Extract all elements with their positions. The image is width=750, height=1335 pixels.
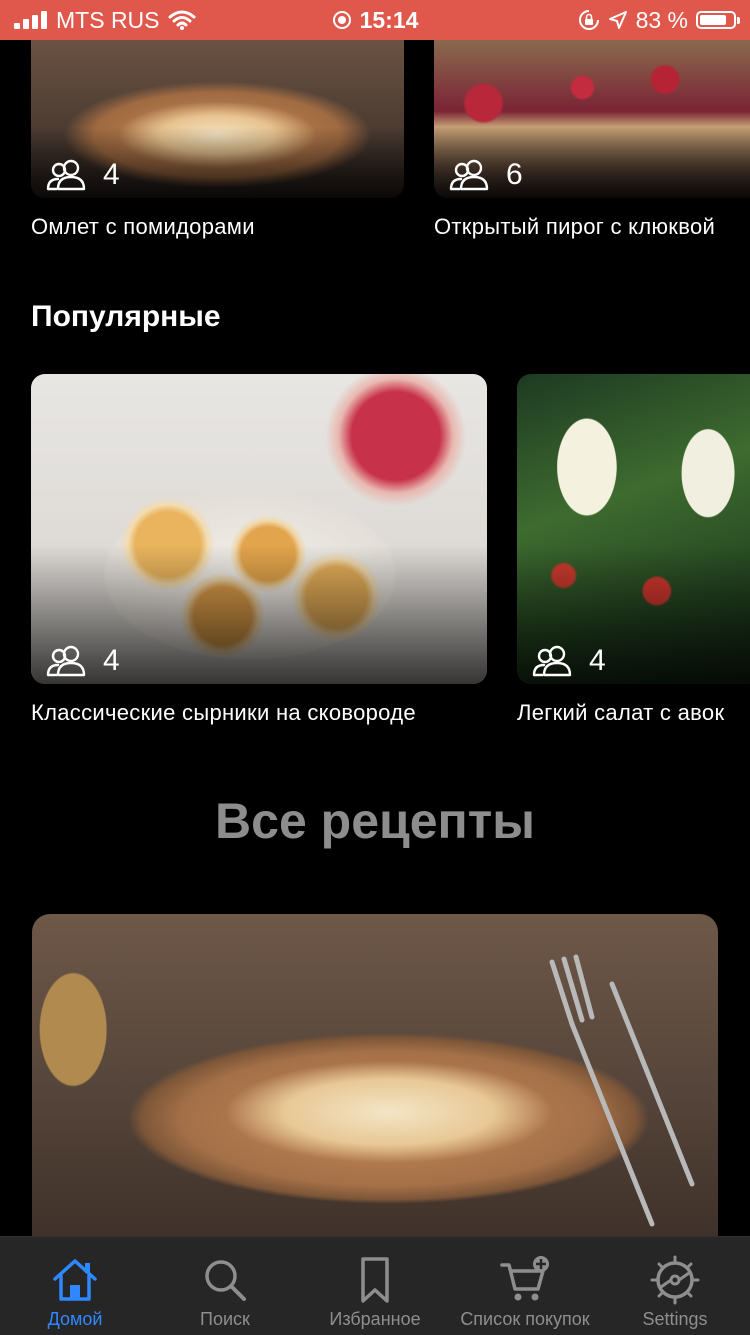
tab-bar: Домой Поиск Избранное Список покупок Set… [0, 1236, 750, 1335]
wifi-icon [168, 10, 195, 30]
tab-shopping-list[interactable]: Список покупок [450, 1237, 600, 1335]
recipe-card-large[interactable] [32, 914, 718, 1244]
signal-icon [14, 11, 47, 29]
rotation-lock-icon [578, 10, 599, 30]
recipe-card-syrniki[interactable]: 4 [31, 374, 487, 684]
servings-count: 4 [103, 158, 120, 191]
people-icon [46, 645, 86, 677]
cart-add-icon [500, 1256, 549, 1301]
recipe-title[interactable]: Классические сырники на сковороде [31, 700, 416, 726]
recipe-title[interactable]: Легкий салат с авок [517, 700, 750, 726]
tab-label: Поиск [200, 1309, 250, 1329]
bookmark-icon [361, 1257, 389, 1303]
tab-label: Settings [642, 1309, 708, 1329]
recipe-title[interactable]: Открытый пирог с клюквой [434, 214, 715, 240]
section-title-all-recipes: Все рецепты [215, 793, 535, 849]
location-arrow-icon [608, 11, 627, 29]
people-icon [532, 645, 572, 677]
tab-settings[interactable]: Settings [600, 1237, 750, 1335]
servings-count: 4 [589, 644, 606, 677]
tab-home[interactable]: Домой [0, 1237, 150, 1335]
battery-percent: 83 % [635, 6, 688, 33]
people-icon [46, 159, 86, 191]
section-title-popular: Популярные [31, 300, 221, 333]
tab-search[interactable]: Поиск [150, 1237, 300, 1335]
tab-favorites[interactable]: Избранное [300, 1237, 450, 1335]
recipe-card-salad[interactable]: 4 [517, 374, 750, 684]
status-right: 83 % [578, 6, 740, 34]
tab-label: Избранное [329, 1309, 421, 1329]
recipe-title[interactable]: Омлет с помидорами [31, 214, 255, 240]
people-icon [449, 159, 489, 191]
search-icon [205, 1260, 246, 1301]
carrier-name: MTS RUS [56, 6, 160, 33]
fork-icon [549, 954, 695, 1227]
servings-badge: 6 [448, 158, 523, 192]
servings-count: 6 [506, 158, 523, 191]
servings-badge: 4 [45, 644, 120, 678]
servings-badge: 4 [531, 644, 606, 678]
battery-icon [696, 11, 740, 29]
tab-label: Домой [47, 1309, 103, 1329]
settings-icon [650, 1255, 700, 1305]
home-icon [53, 1259, 97, 1301]
tab-label: Список покупок [460, 1309, 590, 1329]
servings-count: 4 [103, 644, 120, 677]
servings-badge: 4 [45, 158, 120, 192]
status-left: MTS RUS [14, 7, 578, 34]
recipe-card-pie[interactable]: 6 [434, 40, 750, 198]
battery-level [700, 15, 726, 25]
recipe-card-omelet[interactable]: 4 [31, 40, 404, 198]
status-bar: MTS RUS 15:14 83 % [0, 0, 750, 40]
